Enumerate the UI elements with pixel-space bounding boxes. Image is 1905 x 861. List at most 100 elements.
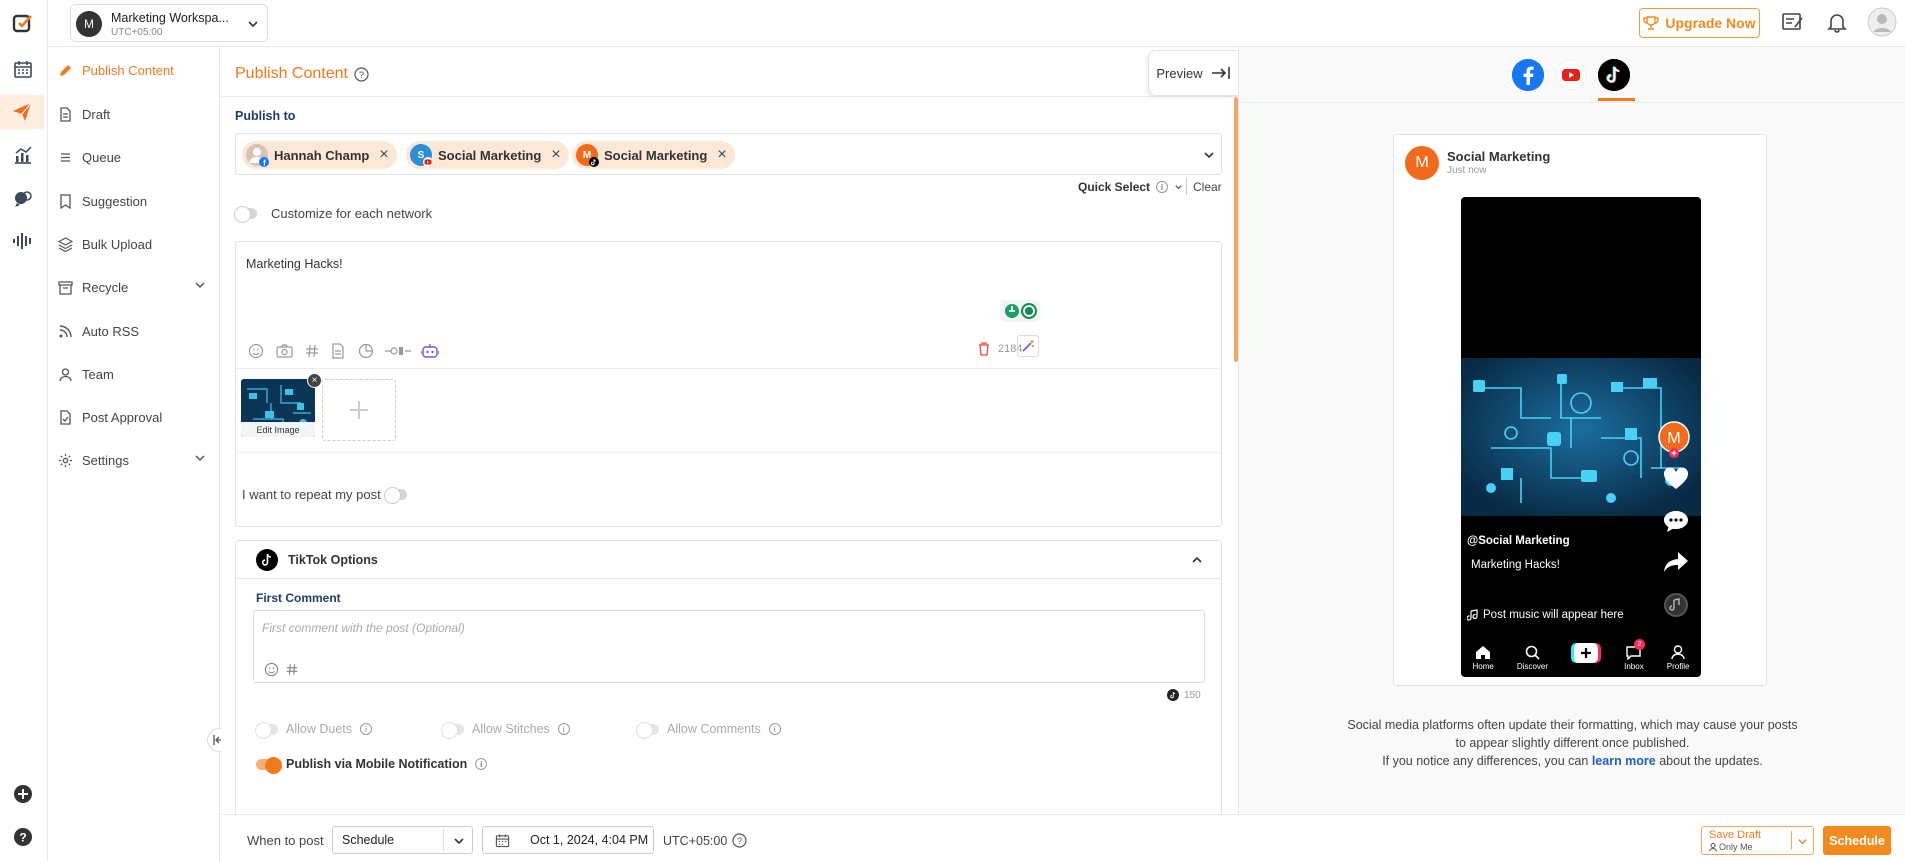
allow-duets-option: Allow Duets i (255, 721, 372, 739)
save-draft-button[interactable]: Save Draft Only Me (1701, 826, 1814, 855)
account-chip: f Hannah Champ × (242, 141, 397, 169)
preview-tab-youtube[interactable] (1555, 59, 1587, 91)
draft-visibility: Only Me (1709, 842, 1753, 852)
workspace-selector[interactable]: M Marketing Workspa... UTC+05:00 (70, 4, 268, 42)
quick-select-label: Quick Select (1078, 180, 1151, 194)
magic-wand-button[interactable] (1017, 335, 1039, 357)
preview-toggle-button[interactable]: Preview (1148, 50, 1238, 96)
tab-label: Inbox (1624, 662, 1644, 671)
publish-rail-icon[interactable] (0, 95, 44, 129)
trash-icon[interactable] (978, 342, 990, 356)
ai-bot-icon[interactable] (421, 343, 439, 359)
sidebar-item-auto-rss[interactable]: Auto RSS (58, 319, 139, 343)
sidebar-item-label: Settings (82, 452, 129, 468)
sidebar-item-recycle[interactable]: Recycle (58, 275, 208, 299)
tab-home: Home (1473, 645, 1494, 671)
emoji-icon[interactable] (248, 343, 264, 359)
link-shortener-icon[interactable] (384, 343, 412, 359)
preview-tab-tiktok[interactable] (1598, 59, 1630, 91)
remove-media-icon[interactable]: × (307, 373, 322, 388)
active-tab-indicator (1598, 98, 1635, 101)
template-icon[interactable] (331, 343, 345, 359)
share-icon (1663, 551, 1689, 573)
preview-tab-facebook[interactable] (1512, 59, 1544, 91)
calendar-icon[interactable] (10, 56, 36, 82)
ai-assistant-icon[interactable] (1000, 300, 1040, 322)
upgrade-button[interactable]: Upgrade Now (1639, 8, 1760, 38)
tiktok-options-panel: TikTok Options First Comment First comme… (235, 540, 1222, 820)
publish-to-selector[interactable]: f Hannah Champ × S Social Marketing × M … (235, 133, 1222, 175)
hashtag-icon[interactable] (285, 662, 299, 677)
sidebar-item-post-approval[interactable]: Post Approval (58, 405, 162, 429)
remove-account-icon[interactable]: × (551, 146, 560, 164)
page-title-text: Publish Content (235, 65, 348, 82)
emoji-icon[interactable] (264, 662, 279, 677)
help-circle-icon[interactable]: ? (732, 833, 747, 848)
tiktok-icon (256, 549, 278, 571)
help-circle-icon[interactable]: ? (354, 66, 369, 82)
archive-icon (58, 280, 73, 295)
facebook-badge-icon: f (259, 157, 269, 167)
sidebar-item-label: Publish Content (82, 62, 174, 78)
sidebar-item-label: Recycle (82, 279, 129, 295)
workspace-timezone: UTC+05:00 (111, 27, 163, 38)
clear-button[interactable]: Clear (1193, 180, 1222, 194)
hashtag-icon[interactable] (304, 343, 320, 359)
mobile-notification-label: Publish via Mobile Notification (286, 757, 468, 771)
sidebar-item-label: Team (82, 366, 114, 382)
media-thumbnail[interactable]: Edit Image (241, 379, 315, 437)
quick-select-dropdown[interactable]: Quick Select i (1078, 180, 1183, 194)
schedule-button[interactable]: Schedule (1823, 826, 1891, 855)
repeat-toggle[interactable] (383, 487, 407, 504)
tab-label: Profile (1666, 662, 1690, 671)
post-text[interactable]: Marketing Hacks! (246, 257, 343, 271)
engage-icon[interactable] (10, 186, 36, 212)
repeat-post-row: I want to repeat my post (242, 487, 407, 504)
sidebar-item-suggestion[interactable]: Suggestion (58, 189, 147, 213)
home-icon (1476, 646, 1491, 659)
chevron-down-icon (1175, 184, 1182, 189)
repeat-label: I want to repeat my post (242, 487, 381, 502)
sidebar-item-settings[interactable]: Settings (58, 448, 208, 472)
sidebar-item-queue[interactable]: Queue (58, 145, 121, 169)
remove-account-icon[interactable]: × (717, 146, 726, 164)
whats-new-icon[interactable] (1781, 11, 1805, 33)
learn-more-link[interactable]: learn more (1592, 754, 1656, 768)
add-icon[interactable] (10, 781, 36, 807)
workspace-avatar: M (76, 11, 102, 37)
sidebar-item-team[interactable]: Team (58, 362, 114, 386)
edit-image-button[interactable]: Edit Image (241, 422, 315, 437)
mobile-notification-toggle[interactable] (256, 756, 282, 774)
sidebar-item-bulk-upload[interactable]: Bulk Upload (58, 232, 152, 256)
help-icon[interactable]: ? (10, 824, 36, 850)
user-avatar[interactable] (1867, 7, 1897, 37)
chevron-down-icon[interactable] (1203, 149, 1215, 161)
divider (1186, 177, 1187, 195)
datetime-picker[interactable]: Oct 1, 2024, 4:04 PM (482, 826, 654, 854)
sidebar-item-draft[interactable]: Draft (58, 102, 110, 126)
sidebar-item-publish-content[interactable]: Publish Content (58, 58, 174, 82)
bell-icon[interactable] (1826, 11, 1848, 33)
app-logo-icon[interactable] (10, 10, 36, 36)
poll-chart-icon[interactable] (358, 343, 374, 359)
heart-icon (1663, 467, 1689, 491)
trophy-icon (1643, 16, 1660, 30)
remove-account-icon[interactable]: × (379, 146, 388, 164)
camera-icon[interactable] (276, 343, 293, 359)
tiktok-options-header[interactable]: TikTok Options (236, 541, 1221, 579)
analytics-icon[interactable] (10, 142, 36, 168)
allow-comments-toggle[interactable] (636, 721, 659, 739)
add-media-button[interactable] (322, 379, 396, 441)
chevron-down-icon[interactable] (1797, 836, 1808, 847)
first-comment-input[interactable]: First comment with the post (Optional) (253, 610, 1205, 683)
preview-label: Preview (1156, 65, 1203, 81)
bottom-bar: When to post Schedule Oct 1, 2024, 4:04 … (221, 814, 1905, 861)
allow-stitches-toggle[interactable] (441, 721, 464, 739)
customize-toggle[interactable] (234, 206, 257, 223)
music-disc-icon (1664, 593, 1688, 617)
post-timing-select[interactable]: Schedule (332, 826, 473, 854)
info-icon: i (475, 758, 488, 770)
listening-icon[interactable] (10, 228, 36, 254)
comment-counter: 150 (1167, 689, 1201, 701)
allow-duets-toggle[interactable] (255, 721, 278, 739)
